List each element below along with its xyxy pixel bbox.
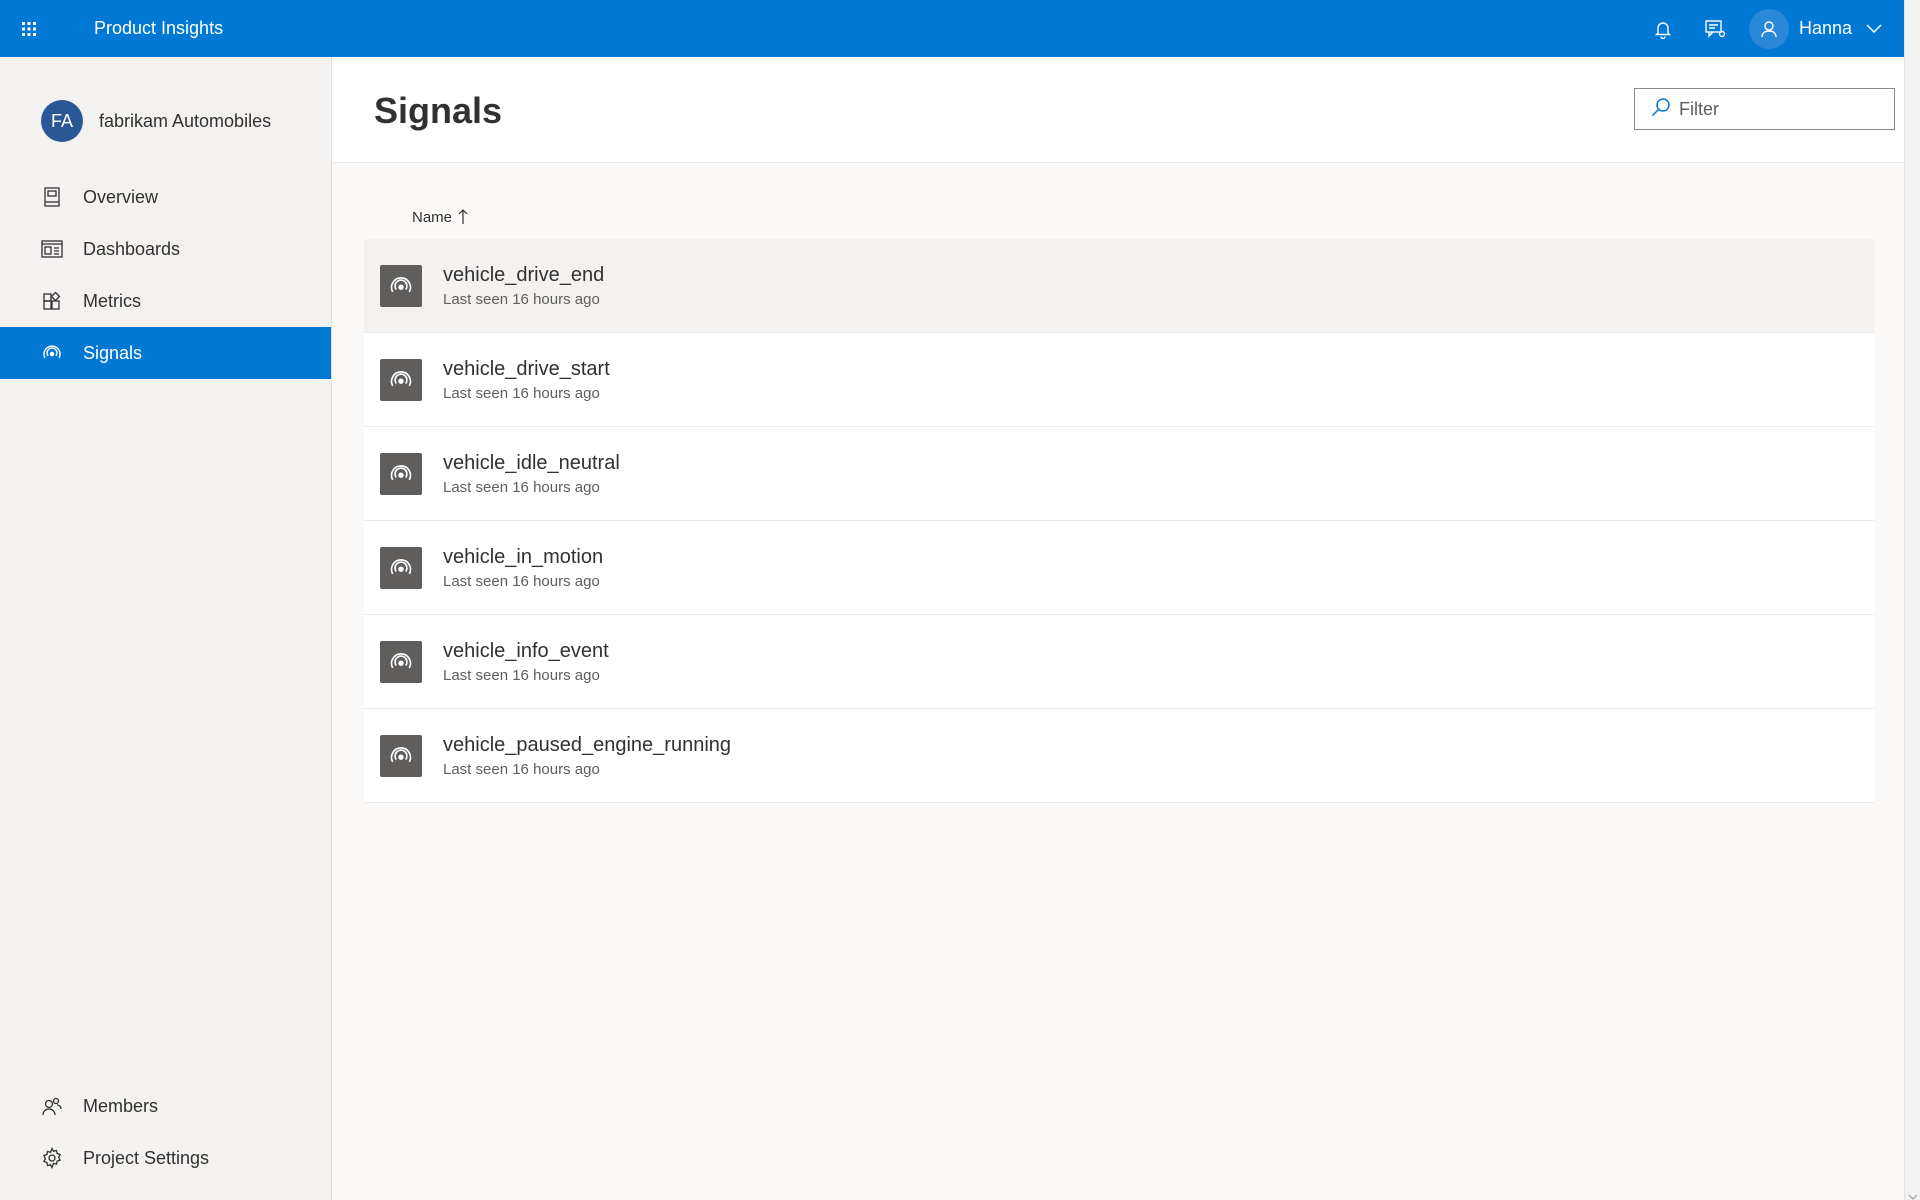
sidebar-item-signals[interactable]: Signals [0,327,331,379]
signal-icon [380,358,422,401]
list-item[interactable]: vehicle_idle_neutral Last seen 16 hours … [364,427,1874,521]
sidebar-nav: Overview Dashboards Metrics Signals [0,171,331,379]
signal-icon [380,734,422,777]
chevron-down-icon [1866,23,1882,34]
user-avatar-icon [1748,8,1789,49]
sidebar-item-members[interactable]: Members [0,1080,331,1132]
sidebar-item-overview[interactable]: Overview [0,171,331,223]
signal-icon [380,546,422,589]
page-title: Signals [374,90,503,131]
metrics-icon [40,289,64,313]
main-content: Signals Name vehicle_drive_end Last seen… [332,57,1904,1200]
list-item[interactable]: vehicle_info_event Last seen 16 hours ag… [364,615,1874,709]
vertical-scrollbar[interactable] [1904,0,1920,1200]
project-name: fabrikam Automobiles [99,110,272,131]
sidebar-item-metrics[interactable]: Metrics [0,275,331,327]
sidebar-item-label: Signals [83,342,143,363]
project-avatar: FA [41,100,83,142]
app-title[interactable]: Product Insights [94,18,223,39]
last-seen: Last seen 16 hours ago [443,572,600,590]
list-item[interactable]: vehicle_in_motion Last seen 16 hours ago [364,521,1874,615]
signal-icon [380,264,422,307]
last-seen: Last seen 16 hours ago [443,290,600,308]
list-item[interactable]: vehicle_drive_end Last seen 16 hours ago [364,239,1874,333]
list-item[interactable]: vehicle_paused_engine_running Last seen … [364,709,1874,803]
filter-box[interactable] [1634,88,1895,130]
last-seen: Last seen 16 hours ago [443,478,600,496]
top-bar: Product Insights Hanna [0,0,1904,57]
last-seen: Last seen 16 hours ago [443,666,600,684]
book-icon [40,185,64,209]
signal-icon [380,452,422,495]
signal-name: vehicle_drive_end [443,263,605,286]
user-name: Hanna [1798,18,1852,38]
signal-icon [40,341,64,365]
sidebar: FA fabrikam Automobiles Overview Dashboa… [0,57,332,1200]
project-header[interactable]: FA fabrikam Automobiles [0,91,331,151]
column-header-label: Name [412,208,453,226]
sidebar-item-label: Project Settings [83,1147,210,1168]
column-header-name[interactable]: Name [364,195,1874,239]
gear-icon [40,1146,64,1170]
signal-name: vehicle_in_motion [443,545,604,568]
page-header: Signals [332,57,1904,163]
signal-name: vehicle_drive_start [443,357,610,380]
signals-list: Name vehicle_drive_end Last seen 16 hour… [364,195,1874,803]
sidebar-item-project-settings[interactable]: Project Settings [0,1132,331,1184]
sidebar-item-label: Overview [83,186,159,207]
members-icon [40,1094,64,1118]
sort-ascending-icon [458,209,468,225]
sidebar-item-dashboards[interactable]: Dashboards [0,223,331,275]
filter-input[interactable] [1679,98,1879,120]
last-seen: Last seen 16 hours ago [443,760,600,778]
app-launcher-icon[interactable] [0,0,57,57]
list-item[interactable]: vehicle_drive_start Last seen 16 hours a… [364,333,1874,427]
signal-name: vehicle_idle_neutral [443,451,620,474]
last-seen: Last seen 16 hours ago [443,384,600,402]
bell-icon[interactable] [1637,0,1689,57]
dashboard-icon [40,237,64,261]
search-icon [1651,97,1671,122]
feedback-icon[interactable] [1689,0,1741,57]
signal-name: vehicle_paused_engine_running [443,733,732,756]
scroll-down-arrow-icon[interactable] [1908,1188,1918,1200]
sidebar-item-label: Dashboards [83,238,181,259]
sidebar-item-label: Members [83,1095,159,1116]
signal-icon [380,640,422,683]
user-menu[interactable]: Hanna [1741,0,1904,57]
sidebar-item-label: Metrics [83,290,141,311]
sidebar-bottom-nav: Members Project Settings [0,1080,331,1184]
signal-name: vehicle_info_event [443,639,609,662]
